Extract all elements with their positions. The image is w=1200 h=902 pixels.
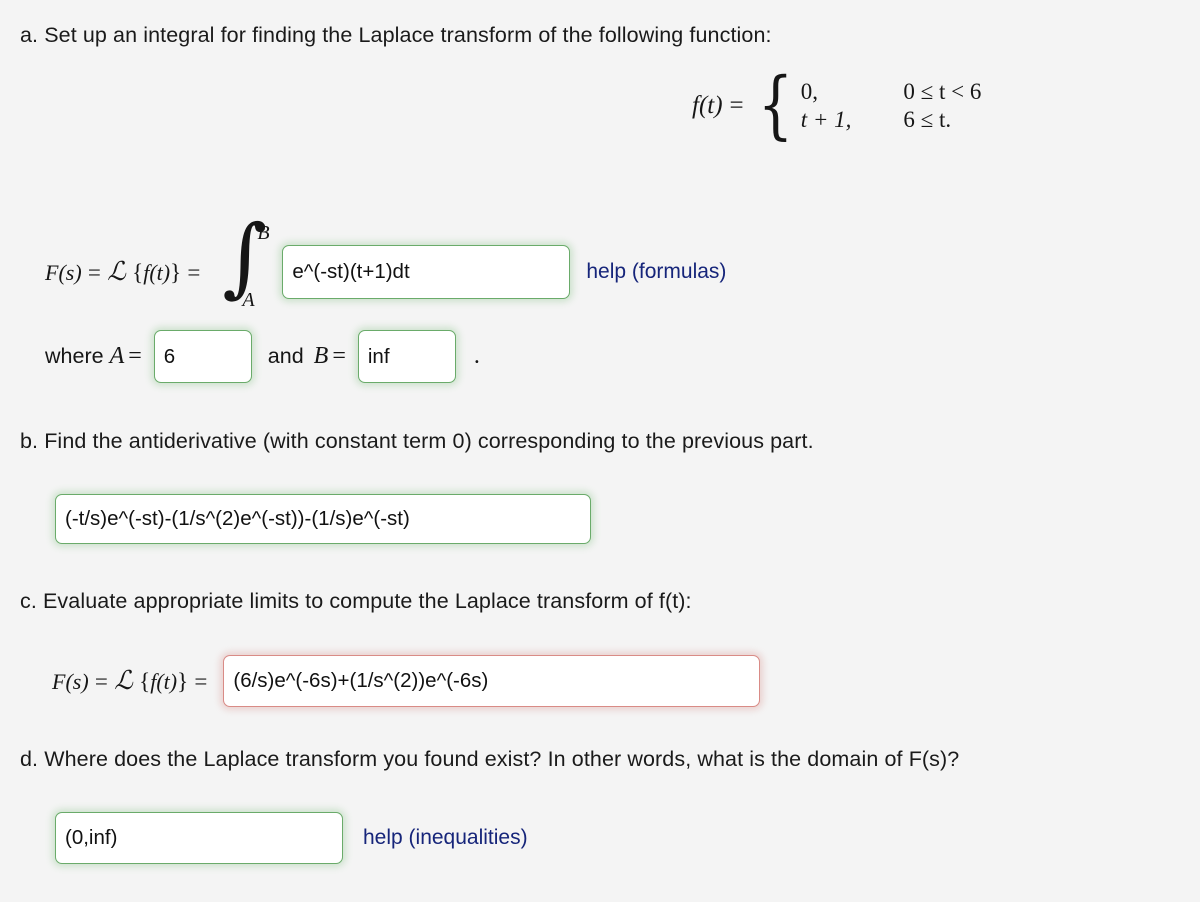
brace-open-1: { [132, 260, 144, 285]
piecewise-cases-table: 0, 0 ≤ t < 6 t + 1, 6 ≤ t. [801, 78, 982, 134]
integral-lhs-label: F(s) = ℒ {f(t)} = [45, 257, 200, 287]
limit-a-symbol: A [109, 343, 125, 369]
integral-setup-row: F(s) = ℒ {f(t)} = ∫ B A e^(-st)(t+1)dt h… [45, 214, 726, 316]
integral-symbol-with-limits: ∫ B A [214, 214, 276, 316]
laplace-transform-input[interactable]: (6/s)e^(-6s)+(1/s^(2))e^(-6s) [223, 655, 761, 707]
piecewise-case-row: 0, 0 ≤ t < 6 [801, 78, 982, 106]
part-c-prompt: c. Evaluate appropriate limits to comput… [20, 588, 692, 615]
part-d-prompt: d. Where does the Laplace transform you … [20, 747, 960, 771]
limit-b-equals: = [332, 343, 346, 369]
equals-2: = [187, 260, 201, 285]
script-l-1: ℒ [107, 257, 126, 287]
integral-limits-row: where A = 6 and B = inf . [45, 330, 480, 383]
piecewise-case-row: t + 1, 6 ≤ t. [801, 106, 982, 134]
where-label: where [45, 344, 104, 368]
integral-lower-limit: A [242, 289, 255, 311]
worksheet-page: a. Set up an integral for finding the La… [0, 0, 1200, 902]
equals-1: = [87, 260, 101, 285]
part-a-prompt: a. Set up an integral for finding the La… [20, 23, 772, 47]
piecewise-case-value-2: t + 1, [800, 107, 852, 132]
piecewise-case-condition-2: 6 ≤ t. [903, 107, 952, 132]
paren-close-3: ) [81, 669, 89, 694]
brace-open-2: { [139, 669, 151, 694]
script-l-2: ℒ [114, 666, 133, 696]
equals-4: = [194, 669, 208, 694]
part-b-prompt: b. Find the antiderivative (with constan… [20, 429, 814, 453]
piecewise-case-value-1: 0, [800, 79, 818, 104]
limit-b-symbol: B [313, 343, 329, 369]
piecewise-function-definition: f(t) = { 0, 0 ≤ t < 6 t + 1, 6 ≤ t. [692, 62, 982, 149]
trailing-period: . [473, 343, 480, 369]
paren-open-2: ( [149, 260, 157, 285]
F-of-s: F [45, 260, 59, 285]
domain-answer-row: (0,inf) help (inequalities) [55, 812, 528, 864]
paren-close-2: ) [162, 260, 171, 285]
piecewise-case-condition-1: 0 ≤ t < 6 [903, 79, 982, 104]
transform-answer-row: F(s) = ℒ {f(t)} = (6/s)e^(-6s)+(1/s^(2))… [52, 655, 761, 707]
piecewise-lhs: f(t) [692, 92, 723, 119]
help-formulas-link[interactable]: help (formulas) [586, 260, 726, 284]
paren-open-1: ( [58, 260, 66, 285]
domain-input[interactable]: (0,inf) [55, 812, 343, 864]
limit-a-input[interactable]: 6 [153, 330, 252, 383]
paren-open-3: ( [65, 669, 73, 694]
and-label: and [267, 344, 304, 368]
brace-close-2: } [177, 669, 189, 694]
antiderivative-input[interactable]: (-t/s)e^(-st)-(1/s^(2)e^(-st))-(1/s)e^(-… [55, 494, 591, 544]
part-c-prompt-text: c. Evaluate appropriate limits to comput… [20, 589, 692, 613]
transform-lhs-label: F(s) = ℒ {f(t)} = [52, 666, 207, 696]
F-of-s-2: F [52, 669, 66, 694]
help-inequalities-link[interactable]: help (inequalities) [363, 826, 528, 850]
piecewise-brace: { [757, 62, 793, 149]
paren-close-1: ) [74, 260, 82, 285]
piecewise-equals: = [729, 92, 744, 119]
integrand-input[interactable]: e^(-st)(t+1)dt [282, 245, 571, 299]
paren-open-4: ( [156, 669, 164, 694]
limit-b-input[interactable]: inf [357, 330, 456, 383]
paren-close-4: ) [169, 669, 178, 694]
limit-a-equals: = [128, 343, 142, 369]
brace-close-1: } [170, 260, 182, 285]
equals-3: = [94, 669, 108, 694]
integral-upper-limit: B [257, 222, 270, 244]
